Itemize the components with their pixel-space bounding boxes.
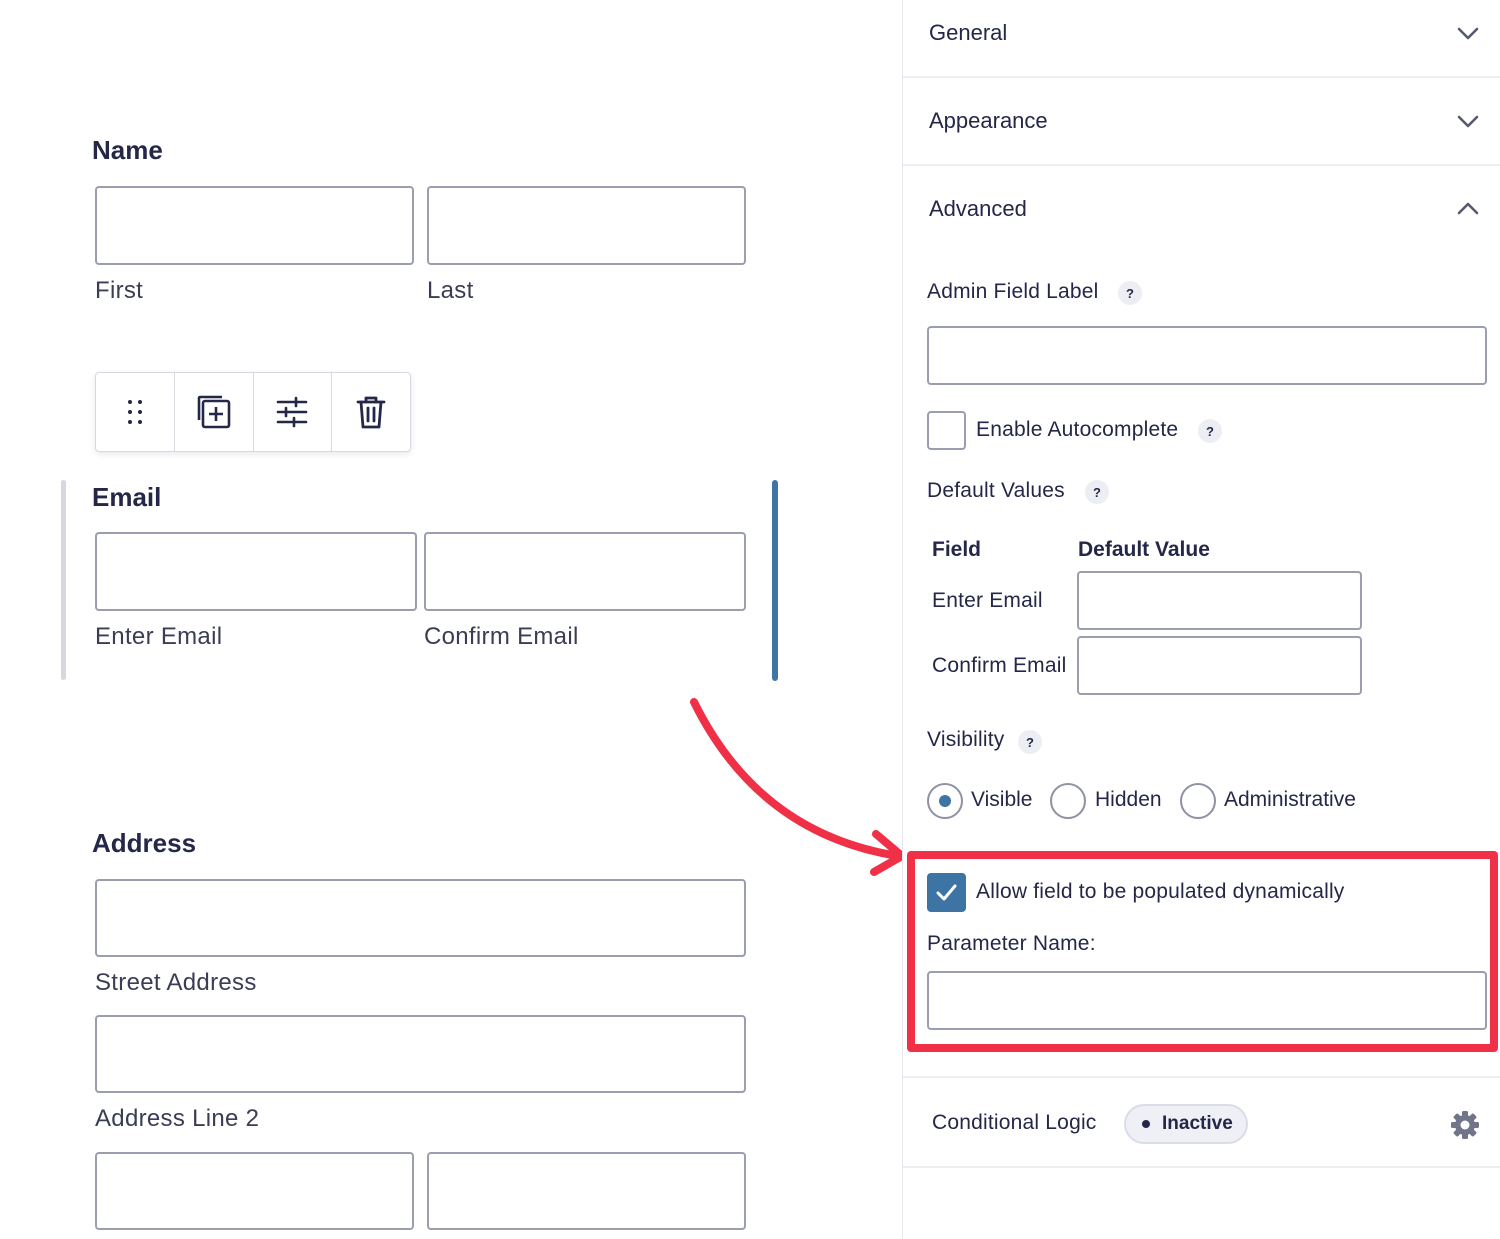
address-line2-input[interactable] — [95, 1015, 746, 1093]
field-settings-button[interactable] — [254, 373, 333, 451]
email-field-title: Email — [92, 482, 162, 512]
conditional-logic-status-badge[interactable]: Inactive — [1124, 1104, 1248, 1144]
chevron-down-icon[interactable] — [1455, 22, 1481, 44]
name-first-input[interactable] — [95, 186, 414, 265]
highlight-box — [907, 851, 1498, 1052]
admin-field-label-label: Admin Field Label — [927, 280, 1099, 303]
default-values-col-default: Default Value — [1078, 538, 1210, 561]
enable-autocomplete-label: Enable Autocomplete — [976, 418, 1179, 441]
help-icon[interactable]: ? — [1085, 480, 1109, 504]
sliders-icon — [277, 396, 308, 428]
section-divider — [903, 1076, 1500, 1078]
visibility-radio-administrative[interactable] — [1180, 783, 1216, 819]
address-field-title: Address — [92, 828, 197, 858]
drag-handle-button[interactable] — [96, 373, 175, 451]
section-divider — [903, 164, 1500, 166]
selection-left-indicator — [61, 480, 66, 680]
help-icon[interactable]: ? — [1118, 281, 1142, 305]
field-toolbar — [95, 372, 411, 452]
default-value-input-confirm-email[interactable] — [1077, 636, 1362, 695]
chevron-down-icon[interactable] — [1455, 110, 1481, 132]
visibility-option-label: Visible — [971, 788, 1033, 811]
duplicate-icon — [197, 395, 230, 429]
visibility-option-label: Administrative — [1224, 788, 1356, 811]
duplicate-button[interactable] — [175, 373, 254, 451]
enable-autocomplete-checkbox[interactable] — [927, 411, 966, 450]
section-divider — [903, 1166, 1500, 1168]
status-dot-icon — [1142, 1120, 1150, 1128]
address-state-input[interactable] — [427, 1152, 746, 1230]
address-city-input[interactable] — [95, 1152, 414, 1230]
trash-icon — [356, 396, 386, 429]
address-street-label: Street Address — [95, 969, 257, 996]
section-appearance-header[interactable]: Appearance — [929, 108, 1048, 134]
help-icon[interactable]: ? — [1018, 730, 1042, 754]
default-values-col-field: Field — [932, 538, 982, 561]
section-divider — [903, 76, 1500, 78]
conditional-logic-label: Conditional Logic — [932, 1111, 1097, 1134]
annotation-arrow — [690, 698, 906, 876]
conditional-logic-status-text: Inactive — [1162, 1113, 1233, 1134]
name-field-title: Name — [92, 135, 163, 165]
field-settings-panel: General Appearance Advanced Admin Field … — [902, 0, 1500, 1239]
drag-handle-icon — [127, 400, 142, 424]
delete-button[interactable] — [332, 373, 410, 451]
visibility-label: Visibility — [927, 728, 1005, 751]
gear-icon[interactable] — [1450, 1110, 1480, 1140]
address-line2-label: Address Line 2 — [95, 1105, 260, 1132]
email-enter-input[interactable] — [95, 532, 417, 611]
section-general-header[interactable]: General — [929, 20, 1007, 46]
selection-right-indicator — [772, 480, 778, 681]
email-confirm-label: Confirm Email — [424, 623, 579, 650]
default-values-row-field: Confirm Email — [932, 654, 1067, 677]
radio-selected-dot — [939, 795, 951, 807]
default-values-row-field: Enter Email — [932, 589, 1043, 612]
section-advanced-header[interactable]: Advanced — [929, 196, 1027, 222]
name-first-label: First — [95, 277, 144, 304]
admin-field-label-input[interactable] — [927, 326, 1487, 385]
chevron-up-icon[interactable] — [1455, 198, 1481, 220]
name-last-label: Last — [427, 277, 474, 304]
visibility-option-label: Hidden — [1095, 788, 1162, 811]
default-value-input-enter-email[interactable] — [1077, 571, 1362, 630]
default-values-label: Default Values — [927, 479, 1065, 502]
help-icon[interactable]: ? — [1198, 419, 1222, 443]
address-street-input[interactable] — [95, 879, 746, 957]
visibility-radio-visible[interactable] — [927, 783, 963, 819]
email-confirm-input[interactable] — [424, 532, 746, 611]
email-enter-label: Enter Email — [95, 623, 223, 650]
name-last-input[interactable] — [427, 186, 746, 265]
visibility-radio-hidden[interactable] — [1050, 783, 1086, 819]
